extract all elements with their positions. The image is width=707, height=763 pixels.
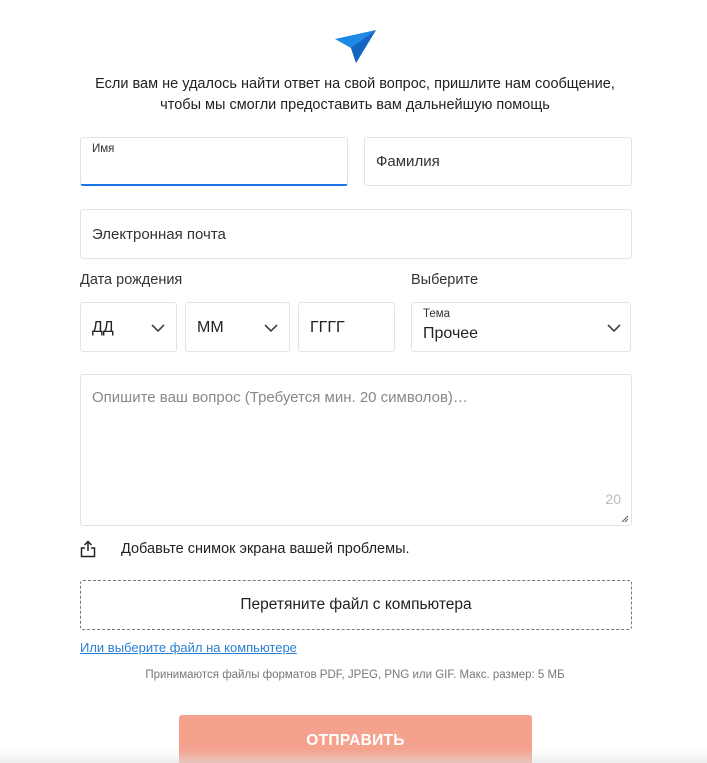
paper-plane-icon — [335, 30, 376, 63]
email-field[interactable]: Электронная почта — [80, 209, 632, 259]
topic-label: Тема — [423, 308, 451, 320]
question-placeholder: Опишите ваш вопрос (Требуется мин. 20 си… — [92, 389, 468, 406]
topic-select[interactable]: Тема Прочее — [411, 302, 631, 352]
topic-section-label: Выберите — [411, 272, 479, 288]
year-input[interactable]: ГГГГ — [298, 302, 395, 352]
first-name-field[interactable]: Имя — [80, 137, 348, 186]
char-counter: 20 — [605, 491, 621, 507]
screenshot-upload-row: Добавьте снимок экрана вашей проблемы. — [80, 540, 480, 560]
day-select[interactable]: ДД — [80, 302, 177, 352]
upload-text: Добавьте снимок экрана вашей проблемы. — [121, 541, 410, 557]
email-placeholder: Электронная почта — [92, 226, 226, 243]
month-select[interactable]: ММ — [185, 302, 290, 352]
file-formats-note: Принимаются файлы форматов PDF, JPEG, PN… — [145, 669, 565, 681]
day-value: ДД — [92, 319, 114, 336]
month-value: ММ — [197, 319, 224, 336]
submit-button[interactable]: ОТПРАВИТЬ — [179, 715, 532, 763]
intro-text: Если вам не удалось найти ответ на свой … — [60, 74, 650, 116]
file-dropzone[interactable]: Перетяните файл с компьютера — [80, 580, 632, 630]
share-upload-icon[interactable] — [80, 540, 96, 558]
dob-label: Дата рождения — [80, 272, 183, 288]
chevron-down-icon — [607, 324, 621, 333]
intro-line-1: Если вам не удалось найти ответ на свой … — [95, 76, 615, 92]
question-textarea[interactable]: Опишите ваш вопрос (Требуется мин. 20 си… — [80, 374, 632, 526]
topic-value: Прочее — [423, 325, 479, 342]
resize-handle-icon[interactable] — [621, 515, 629, 523]
chevron-down-icon — [151, 324, 165, 333]
year-placeholder: ГГГГ — [310, 319, 345, 336]
last-name-placeholder: Фамилия — [376, 153, 440, 170]
chevron-down-icon — [264, 324, 278, 333]
intro-line-2: чтобы мы смогли предоставить вам дальней… — [160, 97, 550, 113]
first-name-label: Имя — [92, 143, 115, 155]
choose-file-link[interactable]: Или выберите файл на компьютере — [80, 640, 297, 655]
last-name-field[interactable]: Фамилия — [364, 137, 632, 186]
